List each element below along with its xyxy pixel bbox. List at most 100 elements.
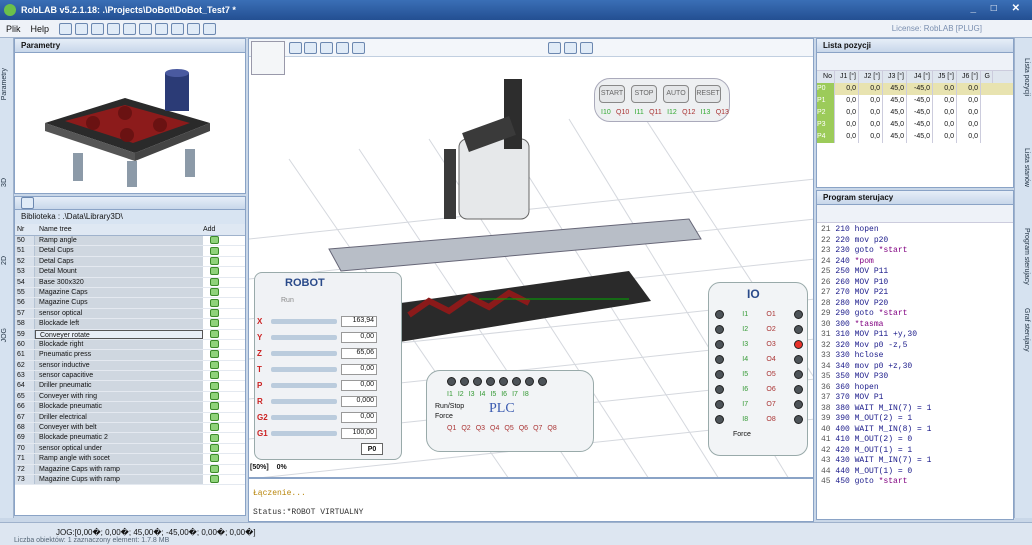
- input-led[interactable]: [715, 355, 724, 364]
- position-row[interactable]: P0 0,0 0,0 45,0 -45,0 0,0 0,0: [817, 83, 1013, 95]
- menu-plik[interactable]: Plik: [6, 24, 21, 34]
- library-row[interactable]: 73 Magazine Cups with ramp: [15, 474, 245, 486]
- point-select[interactable]: P0: [361, 443, 383, 455]
- axis-value[interactable]: 65,06: [341, 347, 377, 359]
- add-button[interactable]: [203, 454, 225, 463]
- output-led[interactable]: [793, 415, 803, 424]
- input-led[interactable]: [715, 370, 724, 379]
- library-row[interactable]: 62 sensor inductive: [15, 360, 245, 372]
- add-button[interactable]: [203, 329, 225, 339]
- add-button[interactable]: [203, 319, 225, 328]
- menu-help[interactable]: Help: [31, 24, 50, 34]
- code-line[interactable]: 45 450 goto *start: [821, 477, 1013, 488]
- add-button[interactable]: [203, 381, 225, 390]
- code-line[interactable]: 25 250 MOV P11: [821, 267, 1013, 278]
- dock-tab-graf[interactable]: Graf sterujacy: [1018, 308, 1030, 352]
- library-row[interactable]: 64 Driller pneumatic: [15, 381, 245, 392]
- library-row[interactable]: 56 Magazine Cups: [15, 298, 245, 309]
- position-row[interactable]: P2 0,0 0,0 45,0 -45,0 0,0 0,0: [817, 107, 1013, 119]
- input-led[interactable]: [715, 325, 724, 334]
- new-file-icon[interactable]: [59, 22, 73, 35]
- add-button[interactable]: [203, 256, 225, 266]
- library-row[interactable]: 54 Base 300x320: [15, 277, 245, 288]
- add-button[interactable]: [203, 392, 225, 401]
- input-led[interactable]: [715, 385, 724, 394]
- code-line[interactable]: 44 440 M_OUT(1) = 0: [821, 467, 1013, 478]
- input-led[interactable]: [715, 340, 724, 349]
- axis-slider[interactable]: [271, 318, 337, 324]
- dock-tab-parametry[interactable]: Parametry: [1, 68, 13, 100]
- add-button[interactable]: [203, 308, 225, 318]
- program-code[interactable]: 21 210 hopen 22 220 mov p20 23 230 goto *s…: [817, 223, 1013, 488]
- library-row[interactable]: 57 sensor optical: [15, 308, 245, 320]
- library-row[interactable]: 53 Detal Mount: [15, 267, 245, 278]
- axis-value[interactable]: 163,94: [341, 315, 377, 327]
- axis-slider[interactable]: [271, 382, 337, 388]
- stop-button[interactable]: STOP: [631, 85, 657, 103]
- library-row[interactable]: 59 Conveyer rotate: [15, 329, 245, 340]
- code-line[interactable]: 33 330 hclose: [821, 351, 1013, 362]
- library-row[interactable]: 51 Detal Cups: [15, 246, 245, 257]
- auto-button[interactable]: AUTO: [663, 85, 689, 103]
- library-row[interactable]: 52 Detal Caps: [15, 256, 245, 268]
- save-icon[interactable]: [91, 22, 105, 35]
- window-controls[interactable]: _ □ ✕: [970, 3, 1026, 14]
- axis-slider[interactable]: [271, 398, 337, 404]
- add-button[interactable]: [203, 288, 225, 297]
- output-led[interactable]: [793, 310, 803, 319]
- tools-icon[interactable]: [139, 22, 153, 35]
- library-row[interactable]: 55 Magazine Caps: [15, 287, 245, 299]
- code-line[interactable]: 35 350 MOV P30: [821, 372, 1013, 383]
- library-row[interactable]: 67 Driller electrical: [15, 412, 245, 424]
- code-line[interactable]: 34 340 mov p0 +z,30: [821, 362, 1013, 373]
- library-row[interactable]: 70 sensor optical under: [15, 443, 245, 455]
- add-button[interactable]: [203, 371, 225, 380]
- output-led[interactable]: [793, 325, 803, 334]
- axis-value[interactable]: 0,000: [341, 395, 377, 407]
- code-line[interactable]: 32 320 Mov p0 -z,5: [821, 341, 1013, 352]
- library-row[interactable]: 65 Conveyer with ring: [15, 391, 245, 403]
- code-line[interactable]: 43 430 WAIT M_IN(7) = 1: [821, 456, 1013, 467]
- open-folder-icon[interactable]: [75, 22, 89, 35]
- axis-value[interactable]: 100,00: [341, 427, 377, 439]
- position-row[interactable]: P1 0,0 0,0 45,0 -45,0 0,0 0,0: [817, 95, 1013, 107]
- output-led[interactable]: [793, 355, 803, 364]
- code-line[interactable]: 22 220 mov p20: [821, 236, 1013, 247]
- code-line[interactable]: 31 310 MOV P11 +y,30: [821, 330, 1013, 341]
- add-button[interactable]: [203, 443, 225, 453]
- code-line[interactable]: 24 240 *pom: [821, 257, 1013, 268]
- axis-slider[interactable]: [271, 366, 337, 372]
- add-button[interactable]: [203, 340, 225, 349]
- add-button[interactable]: [203, 360, 225, 370]
- code-line[interactable]: 40 400 WAIT M_IN(8) = 1: [821, 425, 1013, 436]
- view-cube[interactable]: [757, 41, 813, 151]
- dock-tab-lista-pozycji[interactable]: Lista pozycji: [1018, 58, 1030, 96]
- code-line[interactable]: 28 280 MOV P20: [821, 299, 1013, 310]
- add-button[interactable]: [203, 423, 225, 432]
- axis-value[interactable]: 0,00: [341, 363, 377, 375]
- code-line[interactable]: 26 260 MOV P10: [821, 278, 1013, 289]
- library-row[interactable]: 66 Blockade pneumatic: [15, 402, 245, 413]
- library-row[interactable]: 60 Blockade right: [15, 339, 245, 351]
- dock-tab-lista-stanow[interactable]: Lista stanów: [1018, 148, 1030, 187]
- output-led[interactable]: [793, 400, 803, 409]
- position-row[interactable]: P3 0,0 0,0 45,0 -45,0 0,0 0,0: [817, 119, 1013, 131]
- axis-gizmo[interactable]: [251, 41, 285, 75]
- plc-force[interactable]: Force: [435, 413, 453, 420]
- col-name[interactable]: Name tree: [35, 224, 203, 235]
- input-led[interactable]: [715, 400, 724, 409]
- library-row[interactable]: 68 Conveyer with belt: [15, 423, 245, 434]
- library-row[interactable]: 69 Blockade pneumatic 2: [15, 433, 245, 444]
- library-row[interactable]: 63 sensor capacitive: [15, 371, 245, 382]
- dock-tab-program[interactable]: Program sterujacy: [1018, 228, 1030, 285]
- add-button[interactable]: [203, 412, 225, 422]
- library-row[interactable]: 61 Pneumatic press: [15, 350, 245, 361]
- code-line[interactable]: 38 380 WAIT M_IN(7) = 1: [821, 404, 1013, 415]
- save-as-icon[interactable]: [107, 22, 121, 35]
- axis-value[interactable]: 0,00: [341, 411, 377, 423]
- add-button[interactable]: [203, 402, 225, 411]
- gear-icon[interactable]: [155, 22, 169, 35]
- dock-tab-3d[interactable]: 3D: [1, 178, 13, 187]
- code-line[interactable]: 36 360 hopen: [821, 383, 1013, 394]
- axis-slider[interactable]: [271, 414, 337, 420]
